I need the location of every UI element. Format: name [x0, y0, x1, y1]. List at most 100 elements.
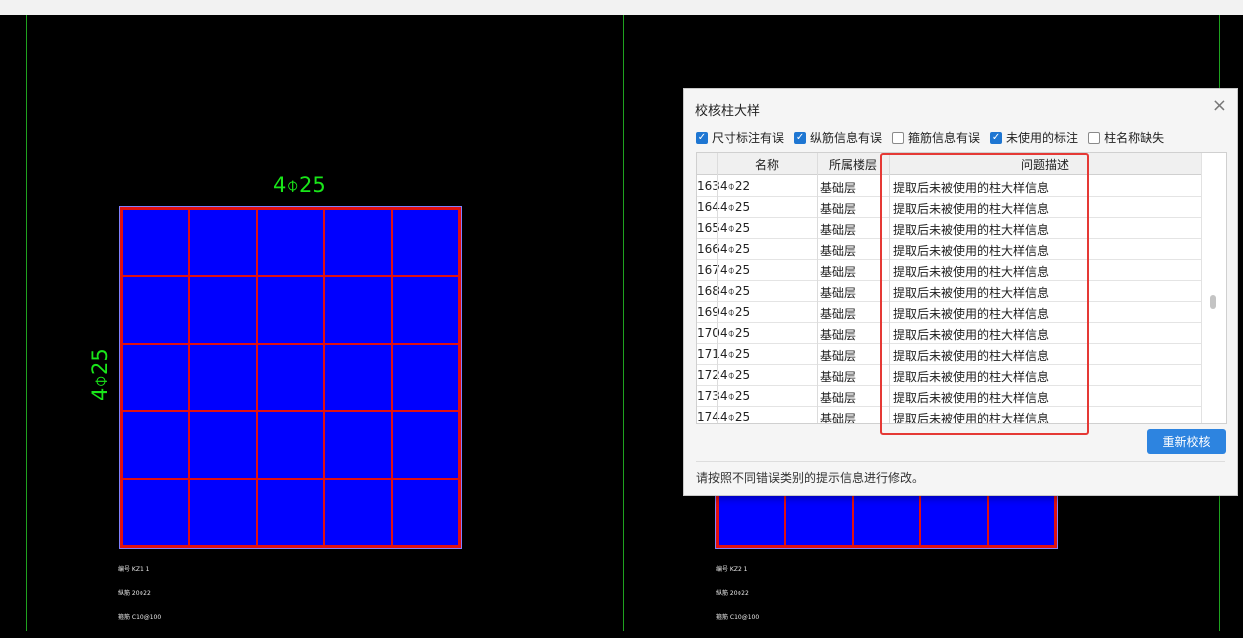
row-name: 4⌽25: [720, 284, 751, 298]
grid-cell: [189, 276, 257, 344]
grid-cell: [122, 209, 190, 277]
grid-cell: [189, 411, 257, 479]
checkbox-icon[interactable]: ✓: [990, 131, 1003, 144]
grid-cell: [256, 343, 325, 412]
table-row[interactable]: 174 4⌽25 基础层 提取后未被使用的柱大样信息: [697, 406, 1201, 424]
rebar-grid: [120, 207, 461, 548]
row-name: 4⌽25: [720, 305, 751, 319]
row-floor: 基础层: [820, 202, 857, 216]
table-row[interactable]: 171 4⌽25 基础层 提取后未被使用的柱大样信息: [697, 343, 1201, 365]
row-description: 提取后未被使用的柱大样信息: [893, 181, 1050, 195]
row-name: 4⌽25: [720, 389, 751, 403]
grid-cell: [256, 478, 325, 546]
note-line: 纵筋 20⌽22: [118, 590, 151, 597]
row-floor: 基础层: [820, 412, 857, 424]
table-row[interactable]: 173 4⌽25 基础层 提取后未被使用的柱大样信息: [697, 385, 1201, 407]
row-floor: 基础层: [820, 244, 857, 258]
grid-cell: [324, 209, 392, 277]
filter-label: 箍筋信息有误: [908, 131, 981, 145]
note-line: 纵筋 20⌽22: [716, 590, 749, 597]
row-name: 4⌽25: [720, 347, 751, 361]
grid-cell: [324, 276, 392, 344]
hint-text: 请按照不同错误类别的提示信息进行修改。: [696, 471, 925, 485]
checkbox-icon[interactable]: ✓: [794, 131, 807, 144]
row-description: 提取后未被使用的柱大样信息: [893, 265, 1050, 279]
grid-cell: [189, 343, 257, 412]
table-row[interactable]: 170 4⌽25 基础层 提取后未被使用的柱大样信息: [697, 322, 1201, 344]
grid-cell: [391, 276, 459, 344]
row-description: 提取后未被使用的柱大样信息: [893, 391, 1050, 405]
table-row[interactable]: 163 4⌽22 基础层 提取后未被使用的柱大样信息: [697, 175, 1201, 197]
side-dimension-label: 4⌽25: [88, 348, 112, 401]
grid-cell: [122, 411, 190, 479]
row-name: 4⌽22: [720, 179, 751, 193]
row-floor: 基础层: [820, 328, 857, 342]
column-section-left[interactable]: [119, 206, 462, 549]
table-row[interactable]: 166 4⌽25 基础层 提取后未被使用的柱大样信息: [697, 238, 1201, 260]
row-name: 4⌽25: [720, 200, 751, 214]
filter-label: 柱名称缺失: [1104, 131, 1165, 145]
row-name: 4⌽25: [720, 242, 751, 256]
grid-cell: [391, 209, 459, 277]
filter-longitudinal-rebar-error[interactable]: ✓ 纵筋信息有误: [794, 129, 882, 146]
filter-label: 未使用的标注: [1006, 131, 1079, 145]
issue-table[interactable]: 名称 所属楼层 问题描述 163 4⌽22 基础层 提取后未被使用的柱大样信息 164 4…: [696, 152, 1227, 424]
table-row[interactable]: 165 4⌽25 基础层 提取后未被使用的柱大样信息: [697, 217, 1201, 239]
row-description: 提取后未被使用的柱大样信息: [893, 286, 1050, 300]
row-description: 提取后未被使用的柱大样信息: [893, 202, 1050, 216]
filter-missing-column-name[interactable]: 柱名称缺失: [1088, 129, 1164, 146]
scrollbar-thumb[interactable]: [1210, 295, 1216, 309]
grid-cell: [391, 478, 459, 546]
row-name: 4⌽25: [720, 368, 751, 382]
row-name: 4⌽25: [720, 410, 751, 424]
filter-stirrup-error[interactable]: 箍筋信息有误: [892, 129, 980, 146]
row-description: 提取后未被使用的柱大样信息: [893, 412, 1050, 424]
grid-cell: [189, 209, 257, 277]
checkbox-icon[interactable]: ✓: [696, 131, 708, 144]
grid-cell: [324, 478, 392, 546]
row-floor: 基础层: [820, 349, 857, 363]
table-row[interactable]: 168 4⌽25 基础层 提取后未被使用的柱大样信息: [697, 280, 1201, 302]
grid-cell: [122, 343, 190, 412]
table-row[interactable]: 164 4⌽25 基础层 提取后未被使用的柱大样信息: [697, 196, 1201, 218]
column-header-description[interactable]: 问题描述: [889, 156, 1201, 173]
grid-cell: [391, 343, 459, 412]
top-toolbar-strip: [0, 0, 1243, 15]
row-description: 提取后未被使用的柱大样信息: [893, 307, 1050, 321]
note-line: 箍筋 C10@100: [118, 614, 162, 621]
row-description: 提取后未被使用的柱大样信息: [893, 223, 1050, 237]
checkbox-icon[interactable]: [1088, 131, 1101, 144]
grid-cell: [256, 276, 325, 344]
grid-cell: [189, 478, 257, 546]
note-line: 箍筋 C10@100: [716, 614, 760, 621]
vertical-scrollbar[interactable]: [1201, 153, 1226, 423]
grid-cell: [256, 411, 325, 479]
table-row[interactable]: 167 4⌽25 基础层 提取后未被使用的柱大样信息: [697, 259, 1201, 281]
grid-cell: [122, 478, 190, 546]
filter-unused-annotation[interactable]: ✓ 未使用的标注: [990, 129, 1078, 146]
row-description: 提取后未被使用的柱大样信息: [893, 349, 1050, 363]
column-divider: [817, 153, 818, 423]
row-name: 4⌽25: [720, 263, 751, 277]
row-floor: 基础层: [820, 223, 857, 237]
table-row[interactable]: 169 4⌽25 基础层 提取后未被使用的柱大样信息: [697, 301, 1201, 323]
checkbox-icon[interactable]: [892, 131, 905, 144]
column-header-name[interactable]: 名称: [717, 156, 817, 173]
dialog-title: 校核柱大样: [695, 104, 761, 119]
note-line: 编号 KZ1 1: [118, 566, 150, 573]
filter-dimension-error[interactable]: ✓ 尺寸标注有误: [696, 129, 784, 146]
row-floor: 基础层: [820, 391, 857, 405]
table-row[interactable]: 172 4⌽25 基础层 提取后未被使用的柱大样信息: [697, 364, 1201, 386]
filter-checkboxes: ✓ 尺寸标注有误 ✓ 纵筋信息有误 箍筋信息有误 ✓ 未使用的标注 柱名称缺失: [696, 129, 1164, 146]
column-header-floor[interactable]: 所属楼层: [817, 156, 889, 173]
row-floor: 基础层: [820, 265, 857, 279]
axis-line: [26, 15, 27, 631]
filter-label: 尺寸标注有误: [712, 131, 785, 145]
recheck-button[interactable]: 重新校核: [1147, 429, 1226, 454]
check-column-detail-dialog[interactable]: 校核柱大样 × ✓ 尺寸标注有误 ✓ 纵筋信息有误 箍筋信息有误 ✓ 未使用的标注 柱…: [683, 88, 1238, 496]
row-description: 提取后未被使用的柱大样信息: [893, 370, 1050, 384]
close-icon[interactable]: ×: [1212, 97, 1227, 115]
row-floor: 基础层: [820, 370, 857, 384]
row-description: 提取后未被使用的柱大样信息: [893, 328, 1050, 342]
grid-cell: [256, 209, 325, 277]
